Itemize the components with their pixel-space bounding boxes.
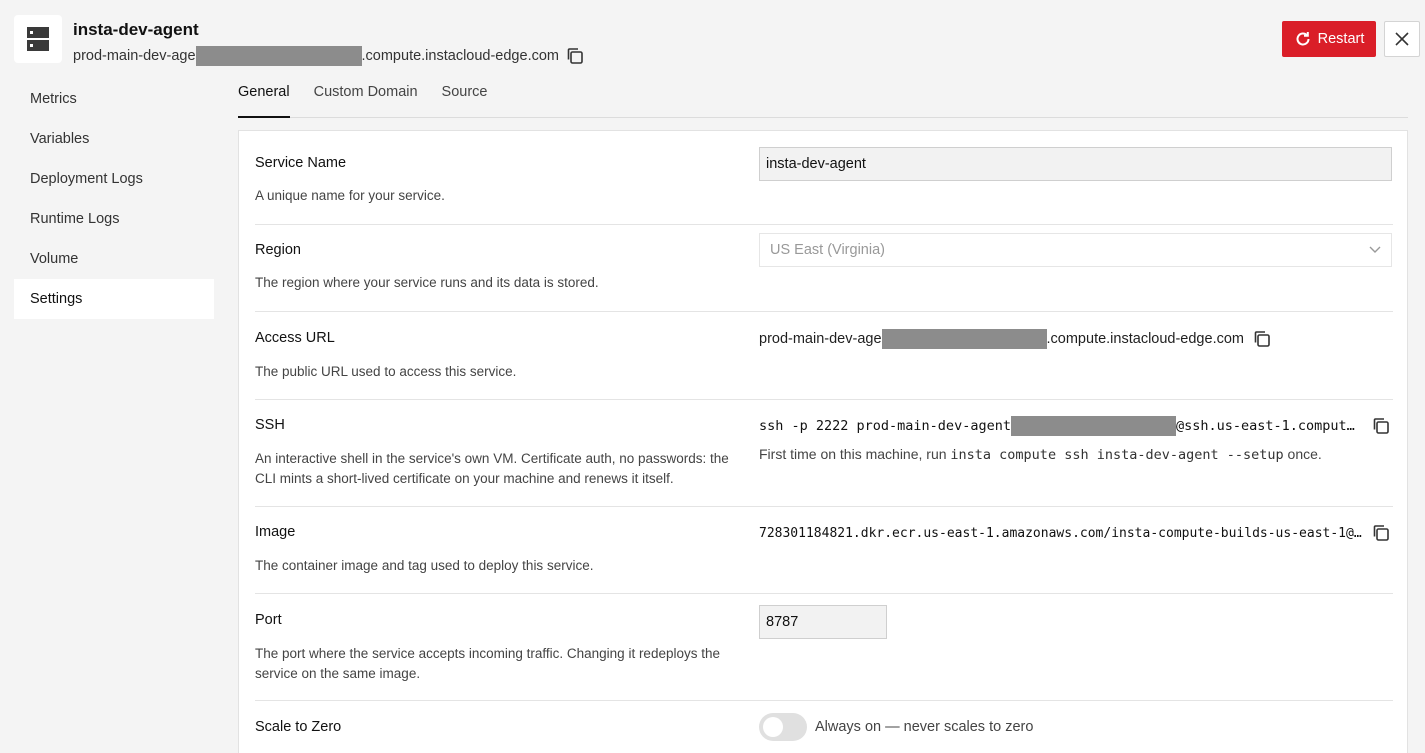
- setting-label: Service Name: [255, 155, 347, 171]
- port-input[interactable]: [759, 605, 887, 639]
- image-value: 728301184821.dkr.ecr.us-east-1.amazonaws…: [759, 525, 1362, 541]
- sidebar-item-variables[interactable]: Variables: [14, 119, 214, 159]
- sidebar-item-volume[interactable]: Volume: [14, 239, 214, 279]
- ssh-hint-text: First time on this machine, run: [759, 446, 951, 462]
- copy-icon[interactable]: [1369, 521, 1393, 545]
- restart-button[interactable]: Restart: [1282, 21, 1376, 57]
- copy-icon[interactable]: [563, 44, 587, 68]
- setting-row-service-name: Service Name A unique name for your serv…: [255, 131, 1393, 225]
- ssh-setup-hint: First time on this machine, run insta co…: [759, 446, 1322, 463]
- restart-label: Restart: [1317, 31, 1365, 47]
- setting-row-ssh: SSH An interactive shell in the service'…: [255, 400, 1393, 507]
- ssh-setup-command: insta compute ssh insta-dev-agent --setu…: [950, 447, 1284, 463]
- settings-tabs: General Custom Domain Source: [238, 78, 1408, 118]
- setting-row-region: Region The region where your service run…: [255, 225, 1393, 312]
- sidebar-item-deployment-logs[interactable]: Deployment Logs: [14, 159, 214, 199]
- tab-source[interactable]: Source: [442, 78, 488, 118]
- service-title: insta-dev-agent: [73, 20, 199, 39]
- setting-label: Access URL: [255, 330, 335, 346]
- toggle-knob: [763, 717, 783, 737]
- setting-description: A unique name for your service.: [255, 188, 445, 203]
- close-icon: [1395, 32, 1409, 46]
- redacted-block: [881, 329, 1047, 349]
- region-select[interactable]: US East (Virginia): [759, 233, 1392, 267]
- setting-label: Port: [255, 612, 282, 628]
- setting-row-scale-to-zero: Scale to Zero Always on — never scales t…: [255, 701, 1393, 753]
- tab-custom-domain[interactable]: Custom Domain: [314, 78, 418, 118]
- chevron-down-icon: [1369, 246, 1381, 253]
- setting-row-access-url: Access URL The public URL used to access…: [255, 312, 1393, 400]
- service-url: prod-main-dev-age .compute.instacloud-ed…: [73, 44, 587, 68]
- setting-description: The container image and tag used to depl…: [255, 558, 594, 573]
- server-icon: [14, 15, 62, 63]
- scale-to-zero-status: Always on — never scales to zero: [815, 719, 1034, 735]
- sidebar-item-settings[interactable]: Settings: [14, 279, 214, 319]
- ssh-command-suffix: @ssh.us-east-1.comput…: [1175, 418, 1355, 434]
- setting-row-port: Port The port where the service accepts …: [255, 594, 1393, 701]
- region-select-value: US East (Virginia): [770, 242, 885, 258]
- access-url-suffix: .compute.instacloud-edge.com: [1046, 331, 1244, 347]
- close-button[interactable]: [1384, 21, 1420, 57]
- tab-general[interactable]: General: [238, 78, 290, 118]
- copy-icon[interactable]: [1369, 414, 1393, 438]
- service-name-input[interactable]: [759, 147, 1392, 181]
- restart-icon: [1296, 32, 1310, 46]
- service-url-prefix: prod-main-dev-age: [73, 48, 196, 64]
- setting-label: Image: [255, 524, 296, 540]
- copy-icon[interactable]: [1250, 327, 1274, 351]
- setting-description: An interactive shell in the service's ow…: [255, 451, 729, 486]
- sidebar-item-runtime-logs[interactable]: Runtime Logs: [14, 199, 214, 239]
- service-header: insta-dev-agent prod-main-dev-age .compu…: [0, 0, 1425, 80]
- access-url-prefix: prod-main-dev-age: [759, 331, 882, 347]
- settings-panel: Service Name A unique name for your serv…: [238, 130, 1408, 753]
- setting-description: The port where the service accepts incom…: [255, 646, 720, 681]
- redacted-block: [1010, 416, 1176, 436]
- setting-label: Scale to Zero: [255, 719, 342, 735]
- setting-row-image: Image The container image and tag used t…: [255, 507, 1393, 594]
- sidebar-nav: Metrics Variables Deployment Logs Runtim…: [14, 79, 214, 319]
- sidebar-item-metrics[interactable]: Metrics: [14, 79, 214, 119]
- setting-description: The region where your service runs and i…: [255, 275, 599, 290]
- setting-label: Region: [255, 242, 301, 258]
- setting-description: The public URL used to access this servi…: [255, 364, 517, 379]
- setting-label: SSH: [255, 417, 285, 433]
- ssh-hint-text-end: once.: [1283, 446, 1322, 462]
- ssh-command-prefix: ssh -p 2222 prod-main-dev-agent: [759, 418, 1011, 434]
- scale-to-zero-toggle[interactable]: [759, 713, 807, 741]
- service-url-suffix: .compute.instacloud-edge.com: [361, 48, 559, 64]
- redacted-block: [195, 46, 362, 66]
